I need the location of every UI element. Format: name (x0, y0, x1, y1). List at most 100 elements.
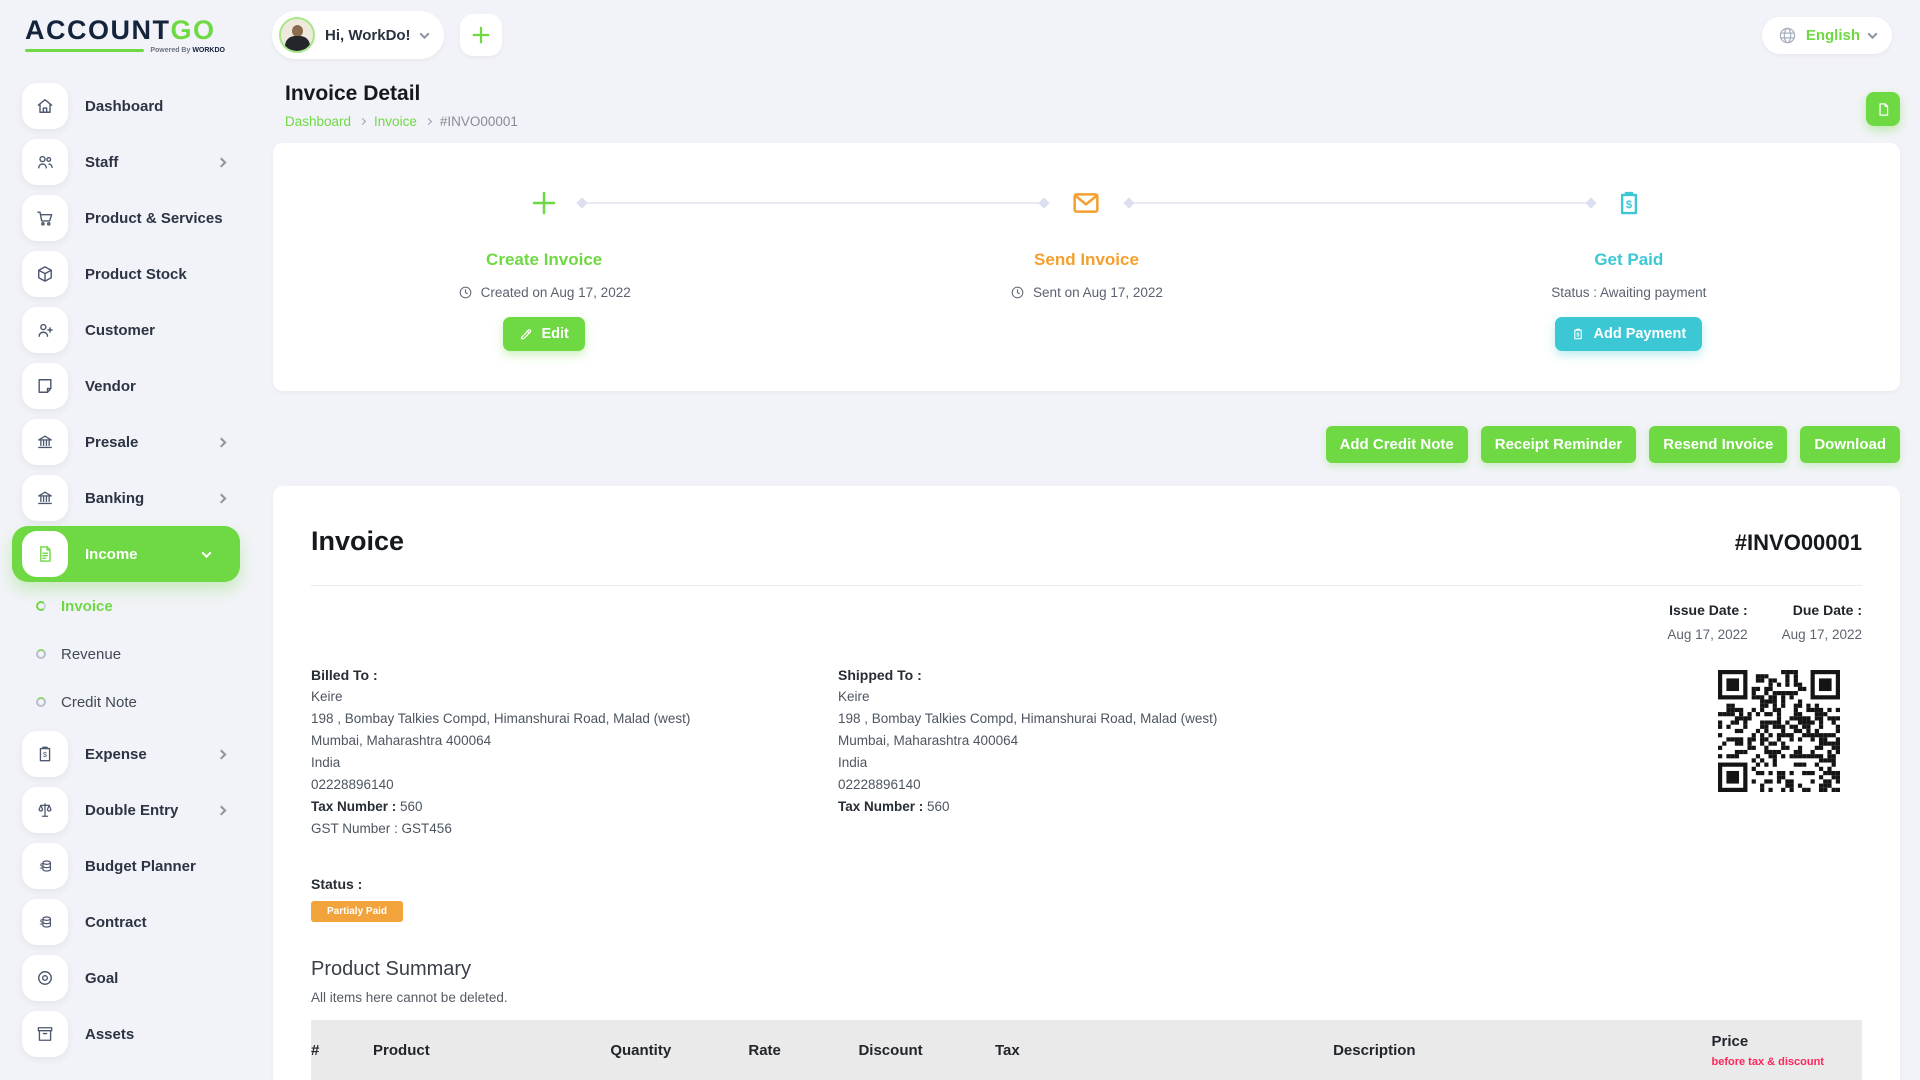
bullet-ring-icon (36, 649, 46, 659)
billed-to-phone: 02228896140 (311, 774, 838, 796)
page-header: Invoice Detail Dashboard Invoice #INVO00… (273, 82, 1900, 129)
sidebar-item-product-services[interactable]: Product & Services (12, 190, 255, 246)
shipped-to-tax: Tax Number : 560 (838, 796, 1365, 818)
box-icon (35, 264, 55, 284)
pencil-icon (519, 327, 533, 341)
billed-to-address1: 198 , Bombay Talkies Compd, Himanshurai … (311, 708, 838, 730)
shipped-to-block: Shipped To : Keire 198 , Bombay Talkies … (838, 664, 1365, 840)
chevron-right-icon (217, 438, 227, 448)
col-rate: Rate (748, 1042, 858, 1059)
step-create-invoice: Create Invoice Created on Aug 17, 2022 E… (273, 180, 815, 351)
step-title: Create Invoice (486, 250, 602, 270)
coins-dollar-icon: $ (35, 912, 55, 932)
globe-icon (1778, 26, 1797, 45)
invoice-dates: Issue Date : Aug 17, 2022 Due Date : Aug… (311, 602, 1862, 642)
breadcrumb-current: #INVO00001 (440, 114, 518, 129)
sidebar-item-income[interactable]: Income (12, 526, 240, 582)
powered-by-brand: WORKDO (192, 47, 225, 54)
greeting-text: Hi, WorkDo! (325, 27, 411, 44)
due-date: Due Date : Aug 17, 2022 (1782, 602, 1862, 642)
chevron-down-icon (1868, 29, 1878, 39)
qr-code (1718, 670, 1840, 792)
quick-add-button[interactable] (460, 14, 502, 56)
col-price: Price before tax & discount (1712, 1033, 1862, 1068)
sidebar-subitem-invoice[interactable]: Invoice (12, 582, 255, 630)
invoice-actions: Add Credit Note Receipt Reminder Resend … (273, 426, 1900, 463)
avatar (279, 17, 315, 53)
step-title: Send Invoice (1034, 250, 1139, 270)
sidebar-item-budget-planner[interactable]: $ Budget Planner (12, 838, 255, 894)
user-menu[interactable]: Hi, WorkDo! (272, 11, 444, 59)
step-get-paid: $ Get Paid Status : Awaiting payment $ A… (1358, 180, 1900, 351)
logo-secondary: GO (171, 15, 216, 45)
scales-icon (35, 800, 55, 820)
chevron-right-icon (217, 158, 227, 168)
breadcrumb-invoice-link[interactable]: Invoice (374, 114, 417, 129)
chevron-down-icon (419, 29, 429, 39)
logo-text: ACCOUNTGO (25, 17, 257, 44)
chevron-right-icon (217, 750, 227, 760)
top-bar: ACCOUNTGO Powered By WORKDO Hi, WorkDo! … (0, 0, 1920, 70)
breadcrumb: Dashboard Invoice #INVO00001 (285, 114, 518, 129)
svg-text:$: $ (1626, 199, 1633, 211)
invoice-title: Invoice (311, 526, 404, 557)
divider (311, 585, 1862, 586)
export-document-button[interactable] (1866, 92, 1900, 126)
sidebar-item-staff[interactable]: Staff (12, 134, 255, 190)
add-credit-note-button[interactable]: Add Credit Note (1326, 426, 1468, 463)
edit-invoice-button[interactable]: Edit (503, 317, 584, 351)
clock-icon (458, 285, 473, 300)
sidebar-subitem-credit-note[interactable]: Credit Note (12, 678, 255, 726)
product-summary-note: All items here cannot be deleted. (311, 990, 1862, 1005)
issue-date: Issue Date : Aug 17, 2022 (1667, 602, 1747, 642)
invoice-number: #INVO00001 (1735, 530, 1862, 556)
archive-icon (35, 1024, 55, 1044)
sidebar-item-dashboard[interactable]: Dashboard (12, 78, 255, 134)
sidebar-subitem-revenue[interactable]: Revenue (12, 630, 255, 678)
invoice-progress-card: Create Invoice Created on Aug 17, 2022 E… (273, 143, 1900, 391)
sidebar-item-customer[interactable]: Customer (12, 302, 255, 358)
chevron-right-icon (425, 118, 432, 125)
sidebar-item-banking[interactable]: Banking (12, 470, 255, 526)
sidebar-item-vendor[interactable]: Vendor (12, 358, 255, 414)
billed-to-block: Billed To : Keire 198 , Bombay Talkies C… (311, 664, 838, 840)
bullet-ring-icon (36, 697, 46, 707)
receipt-reminder-button[interactable]: Receipt Reminder (1481, 426, 1637, 463)
billed-to-address2: Mumbai, Maharashtra 400064 (311, 730, 838, 752)
sidebar-item-contract[interactable]: $ Contract (12, 894, 255, 950)
breadcrumb-dashboard-link[interactable]: Dashboard (285, 114, 351, 129)
logo-tagline: Powered By WORKDO (25, 47, 225, 54)
shipped-to-name: Keire (838, 686, 1365, 708)
download-button[interactable]: Download (1800, 426, 1900, 463)
bank-icon (35, 488, 55, 508)
shipped-to-phone: 02228896140 (838, 774, 1365, 796)
user-plus-icon (35, 320, 55, 340)
chevron-right-icon (359, 118, 366, 125)
sidebar-item-double-entry[interactable]: Double Entry (12, 782, 255, 838)
language-selector[interactable]: English (1762, 17, 1892, 54)
sidebar-item-product-stock[interactable]: Product Stock (12, 246, 255, 302)
sidebar-item-expense[interactable]: $ Expense (12, 726, 255, 782)
col-tax: Tax (995, 1042, 1333, 1059)
sidebar-item-presale[interactable]: Presale (12, 414, 255, 470)
resend-invoice-button[interactable]: Resend Invoice (1649, 426, 1787, 463)
clipboard-dollar-icon: $ (35, 744, 55, 764)
step-meta-text: Status : Awaiting payment (1551, 285, 1706, 300)
progress-connector (582, 202, 1044, 204)
add-payment-button[interactable]: $ Add Payment (1555, 317, 1702, 351)
envelope-icon (1070, 187, 1102, 219)
svg-text:$: $ (43, 751, 47, 759)
invoice-document-card: Invoice #INVO00001 Issue Date : Aug 17, … (273, 486, 1900, 1080)
step-meta-text: Created on Aug 17, 2022 (481, 285, 631, 300)
sidebar-item-goal[interactable]: Goal (12, 950, 255, 1006)
col-description: Description (1333, 1042, 1711, 1059)
step-title: Get Paid (1594, 250, 1663, 270)
plus-icon (529, 188, 559, 218)
cart-icon (35, 208, 55, 228)
powered-by-label: Powered By (150, 47, 192, 54)
clock-icon (1010, 285, 1025, 300)
sidebar-item-assets[interactable]: Assets (12, 1006, 255, 1062)
main-content: Invoice Detail Dashboard Invoice #INVO00… (255, 70, 1920, 1080)
billed-to-tax: Tax Number : 560 (311, 796, 838, 818)
page-title: Invoice Detail (285, 82, 518, 106)
